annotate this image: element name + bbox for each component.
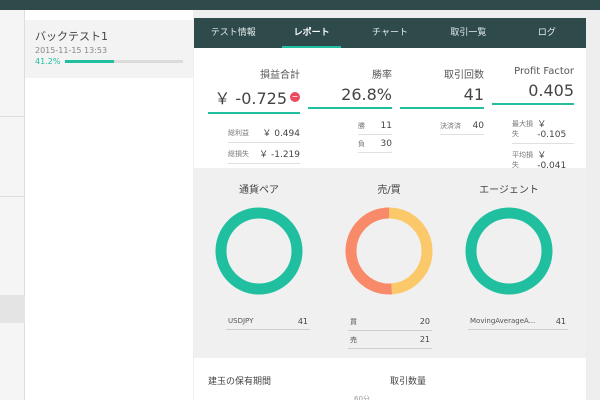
tab-report[interactable]: レポート [272,18,350,48]
stat-sub-value: ￥ 0.494 [262,129,300,139]
tab-trades[interactable]: 取引一覧 [429,18,507,48]
legend-row: MovingAverageA... 41 [468,313,568,330]
chart-title: 通貨ペア [239,185,279,196]
chart-legend-table: 買 20 売 21 [348,313,432,349]
bottom-section: 建玉の保有期間 取引数量 60分 [194,358,586,400]
stat-value-row: ￥ -0.725 − [208,81,300,114]
stat-win-rate: 勝率 26.8% 勝 11 負 30 [308,66,392,153]
stat-label: 勝率 [372,70,392,81]
legend-value: 41 [555,317,566,326]
donut-slice-MovingAverageA...[interactable] [465,207,553,295]
backtest-list: バックテスト1 2015-11-15 13:53 41.2% [25,10,193,400]
stat-sub-key: 最大損失 [512,119,533,138]
progress-percent: 41.2% [35,57,61,66]
legend-key: USDJPY [228,317,254,325]
stat-label: 取引回数 [444,70,484,81]
charts-area: 通貨ペア USDJPY 41 売/買 買 20 売 21 エージェント MovingA… [194,168,586,358]
stat-sub-row: 最大損失 ￥ -0.105 [512,113,574,144]
left-nav-strip [0,10,25,400]
donut-chart[interactable] [214,206,304,296]
legend-row: USDJPY 41 [226,313,310,330]
stat-sub-key: 勝 [358,122,365,130]
stat-sub-value: ￥ -0.105 [537,120,567,140]
stat-sub-row: 総損失 ￥ -1.219 [228,143,300,164]
legend-value: 21 [419,335,430,344]
stat-sub-key: 決済済 [440,122,461,130]
stat-trades: 取引回数 41 決済済 40 [400,66,484,135]
stat-value-row: 26.8% [308,81,392,109]
backtest-title: バックテスト1 [35,30,108,43]
report-panel: テスト情報 レポート チャート 取引一覧 ログ 損益合計 ￥ -0.725 − … [194,18,586,400]
progress-bar [65,60,183,63]
stat-sub-rows: 最大損失 ￥ -0.105 平均損失 ￥ -0.041 [492,113,574,175]
stat-sub-row: 負 30 [358,135,392,153]
legend-value: 41 [297,317,308,326]
donut-slice-USDJPY[interactable] [215,207,303,295]
progress-bar-fill [65,60,114,63]
holding-period-value: 60分 [354,395,370,400]
chart-legend-table: USDJPY 41 [226,313,310,330]
stat-sub-value: 30 [380,139,392,149]
chart-agent: エージェント [464,168,554,296]
stat-sub-rows: 総利益 ￥ 0.494 総損失 ￥ -1.219 [208,122,300,164]
stat-sub-row: 総利益 ￥ 0.494 [228,122,300,143]
stat-label: 損益合計 [260,70,300,81]
tab-test-info[interactable]: テスト情報 [194,18,272,48]
stat-value: ￥ -0.725 [214,89,287,108]
chart-currency-pair: 通貨ペア [214,168,304,296]
legend-row: 売 21 [348,331,432,349]
chart-legend-table: MovingAverageA... 41 [468,313,568,330]
stat-value-row: 41 [400,81,484,109]
stat-label: Profit Factor [514,66,574,77]
backtest-date: 2015-11-15 13:53 [35,46,108,55]
stat-value: 26.8% [341,85,392,104]
legend-row: 買 20 [348,313,432,331]
stat-sub-rows: 決済済 40 [400,117,484,135]
stat-sub-value: 40 [472,121,484,131]
stat-sub-key: 平均損失 [512,150,533,169]
legend-key: MovingAverageA... [470,317,536,325]
stat-profit-factor: Profit Factor 0.405 最大損失 ￥ -0.105 平均損失 ￥ -… [492,66,574,175]
right-gutter [586,10,600,400]
tab-chart[interactable]: チャート [351,18,429,48]
minus-icon: − [290,92,300,102]
stat-sub-row: 勝 11 [358,117,392,135]
stat-value: 0.405 [528,81,574,100]
chart-buy-sell: 売/買 [344,168,434,296]
stat-profit: 損益合計 ￥ -0.725 − 総利益 ￥ 0.494 総損失 ￥ -1.219 [208,66,300,164]
stats-row: 損益合計 ￥ -0.725 − 総利益 ￥ 0.494 総損失 ￥ -1.219 勝… [194,48,586,175]
trade-volume-title: 取引数量 [390,377,427,387]
legend-key: 買 [350,318,357,326]
stat-sub-value: 11 [380,121,392,131]
stat-sub-rows: 勝 11 負 30 [308,117,392,153]
holding-period-title: 建玉の保有期間 [208,377,272,387]
selected-nav-band[interactable] [0,295,25,323]
legend-value: 20 [419,317,430,326]
chart-title: 売/買 [377,185,401,196]
top-app-bar [0,0,600,10]
legend-key: 売 [350,336,357,344]
stat-sub-value: ￥ -1.219 [259,150,300,160]
stat-sub-key: 総利益 [228,128,249,137]
stat-sub-key: 総損失 [228,149,249,158]
stat-value: 41 [463,85,484,104]
stat-sub-row: 決済済 40 [440,117,484,135]
donut-chart[interactable] [344,206,434,296]
chart-title: エージェント [479,185,539,196]
divider [0,196,25,197]
backtest-progress: 41.2% [35,57,183,66]
backtest-list-item[interactable]: バックテスト1 2015-11-15 13:53 41.2% [25,20,193,78]
divider [0,116,25,117]
donut-chart[interactable] [464,206,554,296]
stat-value-row: 0.405 [492,77,574,105]
stat-sub-key: 負 [358,140,365,148]
tab-bar: テスト情報 レポート チャート 取引一覧 ログ [194,18,586,48]
tab-log[interactable]: ログ [508,18,586,48]
